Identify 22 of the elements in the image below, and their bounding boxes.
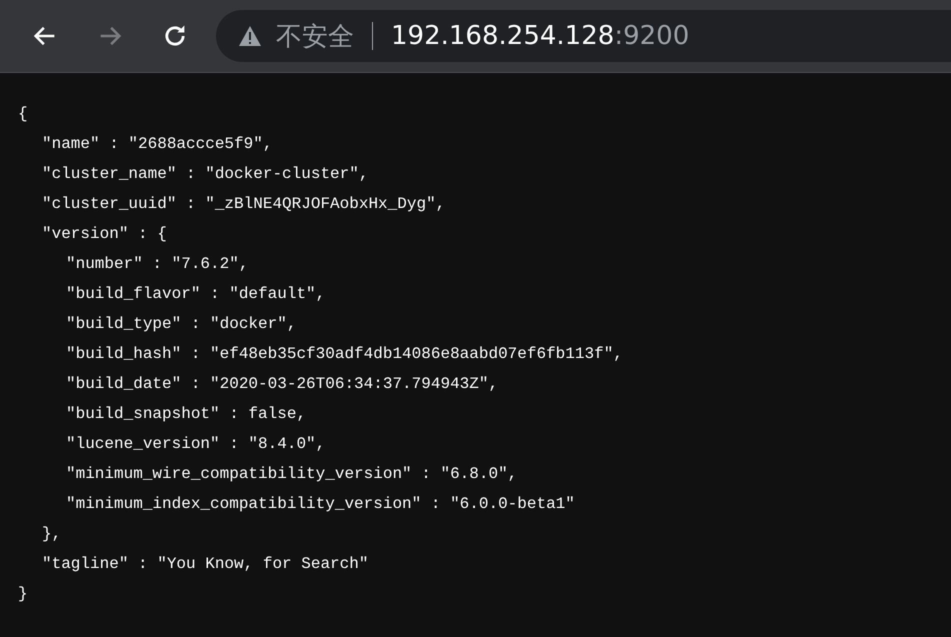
code-line: { bbox=[18, 104, 28, 125]
warning-icon bbox=[238, 25, 262, 47]
code-line: "build_flavor" : "default", bbox=[66, 284, 326, 305]
code-line: "minimum_wire_compatibility_version" : "6.8.0", bbox=[66, 464, 518, 485]
security-label: 不安全 bbox=[276, 20, 354, 54]
address-bar[interactable]: 不安全 192.168.254.128:9200 bbox=[216, 10, 951, 62]
code-line: "build_snapshot" : false, bbox=[66, 404, 306, 425]
code-line: "build_date" : "2020-03-26T06:34:37.794943Z", bbox=[66, 374, 498, 395]
code-line: } bbox=[18, 584, 28, 605]
url-port: :9200 bbox=[614, 21, 690, 51]
code-line: "name" : "2688accce5f9", bbox=[42, 134, 272, 155]
code-line: "cluster_uuid" : "_zBlNE4QRJOFAobxHx_Dyg", bbox=[42, 194, 446, 215]
code-line: "minimum_index_compatibility_version" : "6.0.0-beta1" bbox=[66, 494, 575, 515]
code-line: }, bbox=[42, 524, 62, 545]
url-host: 192.168.254.128 bbox=[391, 21, 614, 51]
code-line: "number" : "7.6.2", bbox=[66, 254, 248, 275]
code-line: "cluster_name" : "docker-cluster", bbox=[42, 164, 368, 185]
code-line: "build_type" : "docker", bbox=[66, 314, 296, 335]
code-line: "lucene_version" : "8.4.0", bbox=[66, 434, 326, 455]
code-line: "version" : { bbox=[42, 224, 167, 245]
code-line: "build_hash" : "ef48eb35cf30adf4db14086e8aabd07ef6fb113f", bbox=[66, 344, 623, 365]
code-line: "tagline" : "You Know, for Search" bbox=[42, 554, 368, 575]
